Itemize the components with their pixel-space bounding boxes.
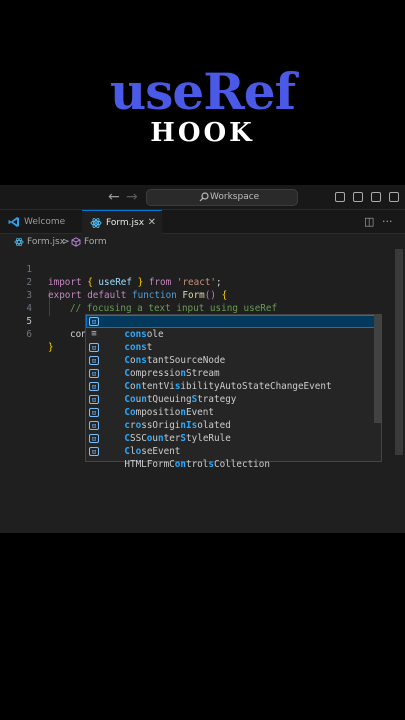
- variable-icon: ⊡: [89, 382, 99, 391]
- video-subtitle: HOOK: [150, 118, 255, 148]
- code-line: 3 // focusing a text input using useRef: [0, 276, 400, 314]
- split-editor-icon[interactable]: ◫: [364, 215, 374, 228]
- breadcrumb-symbol[interactable]: Form: [84, 234, 107, 250]
- editor-scrollbar[interactable]: [395, 249, 403, 455]
- variable-icon: ⊡: [89, 343, 99, 352]
- toggle-sidebar-icon[interactable]: [335, 192, 345, 202]
- toggle-secondary-sidebar-icon[interactable]: [371, 192, 381, 202]
- react-file-icon: [14, 237, 24, 247]
- variable-icon: ⊡: [89, 421, 99, 430]
- toggle-panel-icon[interactable]: [353, 192, 363, 202]
- suggestion-scrollbar[interactable]: [374, 315, 381, 423]
- suggestion-item[interactable]: ⊡ crossOriginIsolated: [86, 406, 381, 431]
- more-actions-icon[interactable]: ···: [382, 215, 393, 228]
- code-line: 4: [0, 289, 400, 314]
- symbol-method-icon: [71, 237, 81, 247]
- back-arrow-icon[interactable]: ←: [108, 189, 120, 205]
- breadcrumb-file[interactable]: Form.jsx: [27, 234, 65, 250]
- suggestion-item[interactable]: ⊡ console: [86, 315, 381, 340]
- variable-icon: ⊡: [89, 356, 99, 365]
- line-number: 6: [26, 329, 32, 340]
- code-line: 1 import { useRef } from 'react';: [0, 250, 400, 288]
- variable-icon: ⊡: [89, 408, 99, 417]
- suggestion-item[interactable]: ⊡ CompositionEvent: [86, 393, 381, 418]
- video-title: useRef: [109, 62, 296, 121]
- suggestion-item[interactable]: ⊡ CloseEvent: [86, 432, 381, 457]
- search-label: Workspace: [210, 192, 260, 202]
- variable-icon: ⊡: [89, 317, 99, 326]
- keyword-icon: ≡: [91, 329, 97, 339]
- variable-icon: ⊡: [89, 369, 99, 378]
- tab-welcome[interactable]: Welcome: [0, 210, 80, 234]
- variable-icon: ⊡: [89, 447, 99, 456]
- suggestion-item[interactable]: ⊡ ConstantSourceNode: [86, 341, 381, 366]
- command-center-search[interactable]: Workspace: [146, 189, 298, 206]
- variable-icon: ⊡: [89, 434, 99, 443]
- suggestion-widget: ⊡ console ≡ const ⊡ ConstantSourceNode ⊡ Com…: [85, 314, 382, 470]
- tab-label: Form.jsx: [106, 218, 145, 228]
- titlebar: ← → Workspace: [0, 185, 405, 210]
- react-file-icon: [90, 218, 102, 228]
- vscode-logo-icon: [8, 217, 19, 227]
- code-line: 2 export default function Form() {: [0, 263, 400, 301]
- variable-icon: ⊡: [89, 395, 99, 404]
- customize-layout-icon[interactable]: [389, 192, 399, 202]
- breadcrumb: Form.jsx > Form: [0, 234, 405, 250]
- tab-bar: Welcome Form.jsx ✕ ◫ ···: [0, 210, 405, 234]
- suggestion-item[interactable]: ≡ const: [86, 328, 381, 354]
- search-icon: [199, 192, 209, 202]
- suggestion-item[interactable]: ⊡ CSSCounterStyleRule: [86, 419, 381, 444]
- suggestion-item[interactable]: ⊡ HTMLFormControlsCollection: [86, 445, 381, 470]
- tab-form-jsx[interactable]: Form.jsx ✕: [82, 210, 162, 234]
- suggestion-item[interactable]: ⊡ ContentVisibilityAutoStateChangeEvent: [86, 367, 381, 392]
- suggestion-item[interactable]: ⊡ CompressionStream: [86, 354, 381, 379]
- forward-arrow-icon[interactable]: →: [126, 189, 138, 205]
- token: }: [48, 342, 54, 353]
- breadcrumb-separator: >: [62, 237, 70, 247]
- suggestion-item[interactable]: ⊡ CountQueuingStrategy: [86, 380, 381, 405]
- tab-label: Welcome: [24, 217, 66, 227]
- close-tab-icon[interactable]: ✕: [148, 211, 156, 235]
